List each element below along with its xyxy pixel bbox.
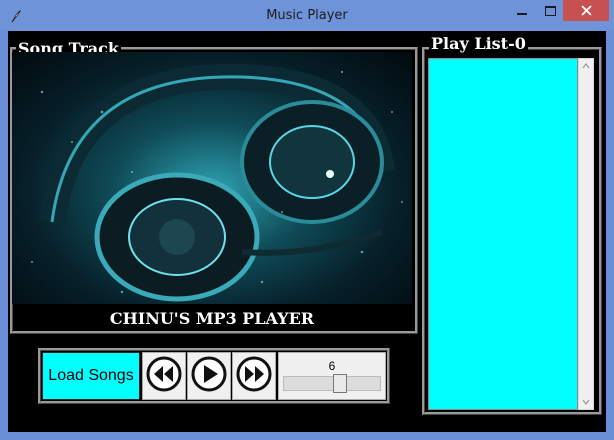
volume-scale: 6 <box>278 352 386 400</box>
fast-forward-icon <box>236 356 272 396</box>
play-button[interactable] <box>187 352 231 400</box>
load-songs-button[interactable]: Load Songs <box>42 352 140 400</box>
playlist-listbox[interactable] <box>428 58 578 410</box>
client-area: Song Track CHINU'S MP3 PLAYER Load Songs… <box>8 31 606 432</box>
volume-value: 6 <box>328 359 336 373</box>
album-art <box>12 52 412 304</box>
play-icon <box>191 356 227 396</box>
playlist-label: Play List-0 <box>429 34 528 53</box>
next-button[interactable] <box>232 352 276 400</box>
title-bar[interactable]: Music Player <box>0 0 614 31</box>
app-window: Music Player Song Track CHINU'S MP3 PLAY… <box>0 0 614 440</box>
minimize-icon <box>517 1 527 20</box>
rewind-icon <box>146 356 182 396</box>
close-button[interactable] <box>563 0 609 21</box>
volume-slider-thumb[interactable] <box>333 374 348 393</box>
previous-button[interactable] <box>142 352 186 400</box>
maximize-button[interactable] <box>536 0 564 21</box>
scroll-down-icon[interactable] <box>579 395 593 409</box>
volume-slider-track[interactable] <box>283 376 381 391</box>
maximize-icon <box>544 1 556 20</box>
close-icon <box>580 1 592 20</box>
minimize-button[interactable] <box>508 0 536 21</box>
playlist-scrollbar[interactable] <box>578 58 594 410</box>
scroll-up-icon[interactable] <box>579 59 593 73</box>
player-title: CHINU'S MP3 PLAYER <box>109 309 315 328</box>
